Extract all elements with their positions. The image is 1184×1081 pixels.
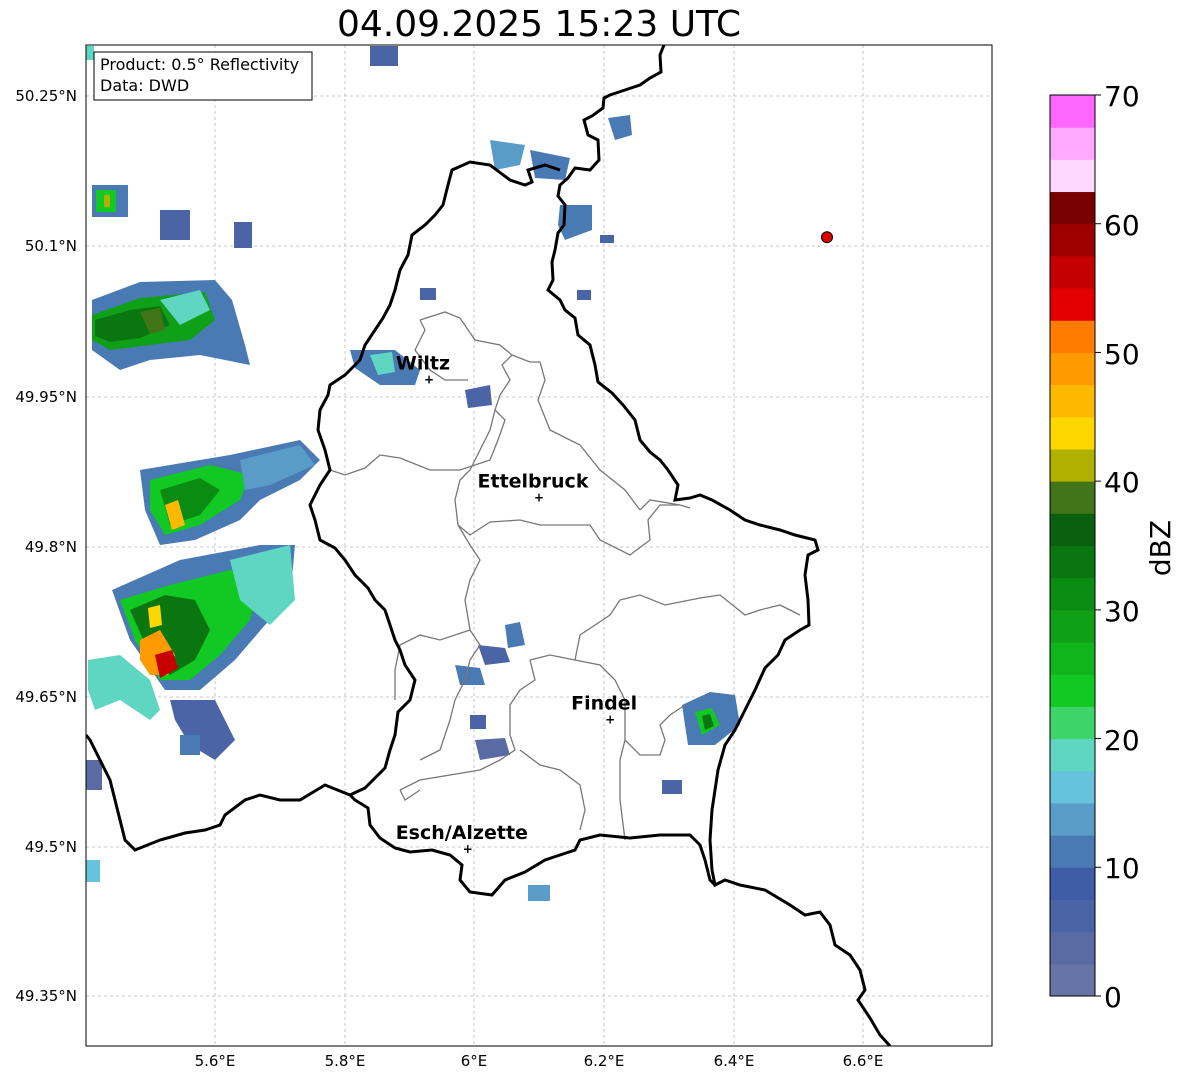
colorbar-segment — [1050, 642, 1095, 675]
colorbar-segment — [1050, 835, 1095, 868]
colorbar-ticks: 70 60 50 40 30 20 10 0 — [1104, 80, 1140, 1014]
colorbar-segment — [1050, 674, 1095, 707]
location-marker — [820, 231, 833, 244]
colorbar-segment — [1050, 738, 1095, 772]
lon-tick-label: 5.6°E — [195, 1052, 236, 1070]
colorbar-segment — [1050, 320, 1095, 353]
info-box: Product: 0.5° Reflectivity Data: DWD — [93, 51, 313, 101]
colorbar-segment — [1050, 416, 1095, 450]
colorbar-segment — [1050, 95, 1095, 128]
lat-tick-label: 49.35°N — [15, 987, 77, 1005]
lat-tick-label: 49.5°N — [25, 838, 77, 856]
colorbar-tick-label: 50 — [1104, 338, 1140, 371]
colorbar-segment — [1050, 127, 1095, 160]
city-marker: + — [605, 713, 615, 727]
colorbar-segment — [1050, 159, 1095, 193]
lon-tick-label: 5.8°E — [325, 1052, 366, 1070]
latitude-labels: 50.25°N 50.1°N 49.95°N 49.8°N 49.65°N 49… — [15, 87, 77, 1005]
lat-tick-label: 49.95°N — [15, 388, 77, 406]
colorbar-tick-label: 20 — [1104, 724, 1140, 757]
colorbar-segment — [1050, 931, 1095, 965]
colorbar-tick-label: 40 — [1104, 466, 1140, 499]
product-label: Product: 0.5° Reflectivity — [100, 55, 299, 74]
colorbar-segment — [1050, 802, 1095, 836]
colorbar-segment — [1050, 384, 1095, 418]
lon-tick-label: 6°E — [461, 1052, 488, 1070]
city-marker: + — [424, 372, 434, 386]
colorbar-tick-label: 10 — [1104, 852, 1140, 885]
lat-tick-label: 49.8°N — [25, 538, 77, 556]
colorbar-tick-label: 70 — [1104, 80, 1140, 113]
lat-tick-label: 50.1°N — [25, 237, 77, 255]
colorbar-segment — [1050, 191, 1095, 225]
colorbar-segment — [1050, 448, 1095, 482]
lon-tick-label: 6.4°E — [714, 1052, 755, 1070]
colorbar-tick-label: 60 — [1104, 209, 1140, 242]
colorbar-segment — [1050, 545, 1095, 579]
data-source-label: Data: DWD — [100, 76, 189, 95]
city-marker: + — [534, 490, 544, 504]
colorbar-tick-label: 0 — [1104, 981, 1122, 1014]
colorbar-segment — [1050, 706, 1095, 740]
colorbar-segment — [1050, 223, 1095, 257]
city-label: Esch/Alzette — [396, 822, 528, 844]
city-label: Ettelbruck — [478, 470, 589, 492]
country-borders — [86, 45, 892, 1046]
city-markers: +Wiltz+Ettelbruck+Findel+Esch/Alzette — [396, 352, 638, 855]
city-label: Findel — [571, 693, 637, 715]
lon-tick-label: 6.2°E — [584, 1052, 625, 1070]
colorbar-segment — [1050, 513, 1095, 546]
colorbar-segment — [1050, 577, 1095, 611]
colorbar-segment — [1050, 255, 1095, 289]
city-marker: + — [463, 842, 473, 856]
city-label: Wiltz — [396, 352, 450, 374]
lon-tick-label: 6.6°E — [843, 1052, 884, 1070]
colorbar — [1049, 94, 1101, 997]
district-borders — [329, 311, 801, 841]
lat-tick-label: 49.65°N — [15, 688, 77, 706]
colorbar-segment — [1050, 352, 1095, 386]
radar-map: Product: 0.5° Reflectivity Data: DWD 50.… — [15, 44, 1177, 1070]
colorbar-segment — [1050, 288, 1095, 321]
colorbar-tick-label: 30 — [1104, 595, 1140, 628]
colorbar-segment — [1050, 609, 1095, 643]
colorbar-segment — [1050, 963, 1095, 997]
colorbar-segment — [1050, 899, 1095, 933]
colorbar-label: dBZ — [1144, 520, 1177, 576]
lat-tick-label: 50.25°N — [15, 87, 77, 105]
radar-echoes — [86, 46, 740, 901]
longitude-labels: 5.6°E 5.8°E 6°E 6.2°E 6.4°E 6.6°E — [195, 1052, 884, 1070]
colorbar-segment — [1050, 770, 1095, 804]
colorbar-segment — [1050, 481, 1095, 514]
colorbar-segment — [1050, 867, 1095, 900]
